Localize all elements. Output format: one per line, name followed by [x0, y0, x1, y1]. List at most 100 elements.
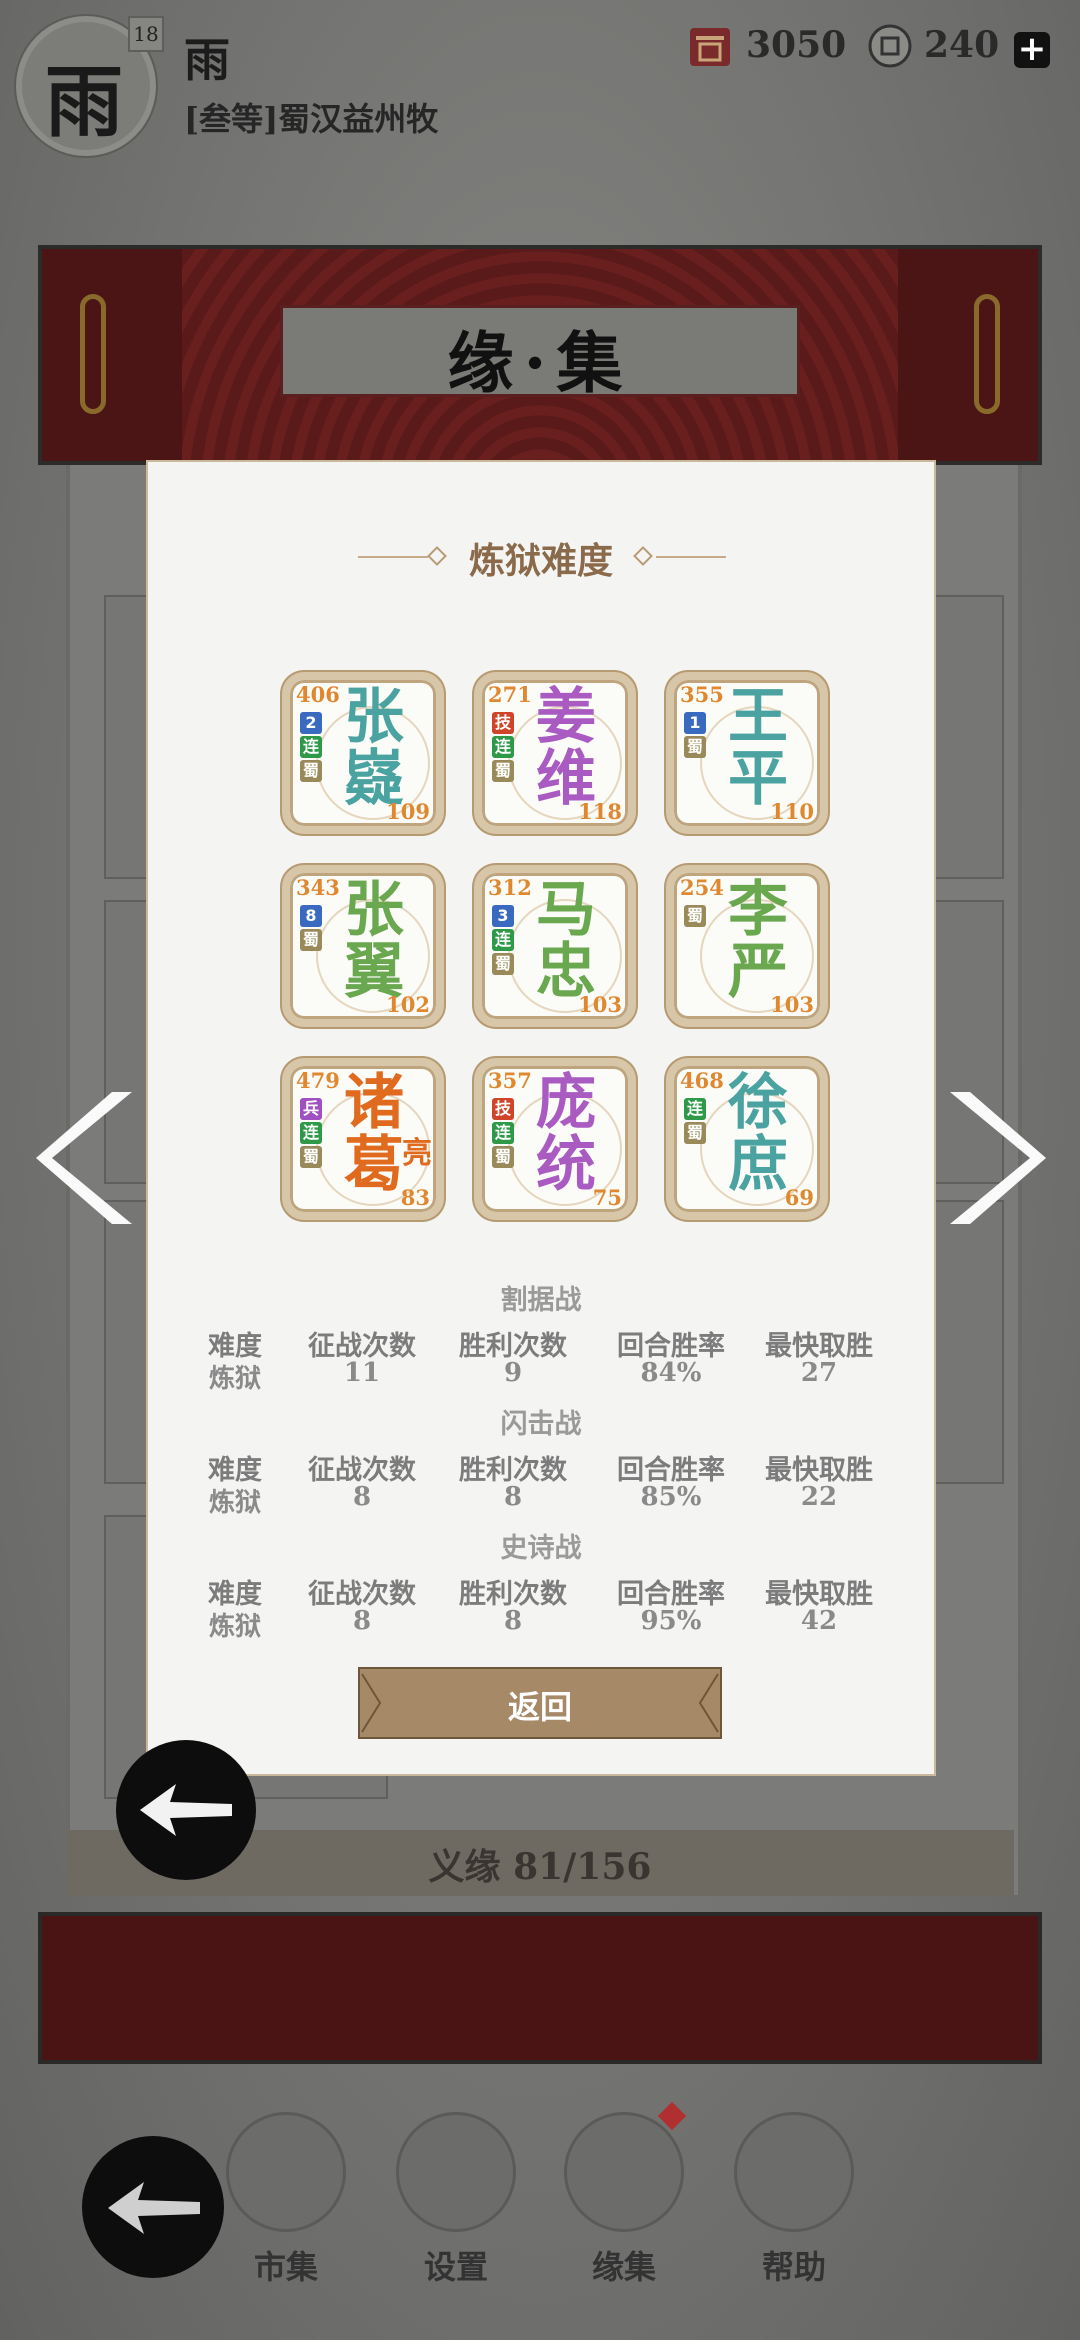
general-card[interactable]: 355 1 蜀王 平 110 — [666, 672, 828, 834]
stat-value: 11 — [343, 1358, 381, 1388]
general-name: 姜 维 — [536, 682, 596, 814]
card-tag: 连 — [492, 929, 514, 951]
stat-value: 42 — [800, 1606, 838, 1636]
card-tag: 蜀 — [300, 760, 322, 782]
card-tag: 蜀 — [492, 953, 514, 975]
card-level: 75 — [592, 1185, 622, 1210]
card-tag: 2 — [300, 712, 322, 734]
token-icon — [690, 28, 730, 66]
general-name-extra: 亮 — [402, 1136, 432, 1171]
card-tags: 2连蜀 — [300, 712, 322, 782]
card-tag: 1 — [684, 712, 706, 734]
card-tag: 3 — [492, 905, 514, 927]
card-tag: 技 — [492, 1098, 514, 1120]
scroll-bottom — [38, 1912, 1042, 2064]
card-tags: 连蜀 — [684, 1098, 706, 1144]
nav-settings-label: 设置 — [423, 2248, 488, 2286]
coin-icon — [868, 24, 912, 68]
battle-mode-title: 史诗战 — [500, 1533, 582, 1564]
card-level: 103 — [578, 992, 622, 1017]
general-name: 李 严 — [728, 875, 788, 1007]
stat-value: 85% — [640, 1482, 702, 1512]
card-tags: 8蜀 — [300, 905, 322, 951]
battle-mode-title: 闪击战 — [500, 1409, 582, 1440]
avatar-char: 雨 — [44, 57, 123, 148]
settings-icon[interactable] — [396, 2112, 516, 2232]
card-tag: 连 — [684, 1098, 706, 1120]
stat-value: 84% — [640, 1358, 702, 1388]
card-level: 83 — [400, 1185, 430, 1210]
card-tag: 蜀 — [492, 1146, 514, 1168]
help-icon[interactable] — [734, 2112, 854, 2232]
general-card[interactable]: 357 技连蜀庞 统 75 — [474, 1058, 636, 1220]
stat-value: 8 — [503, 1606, 523, 1636]
card-tag: 蜀 — [300, 1146, 322, 1168]
card-tag: 蜀 — [684, 1122, 706, 1144]
page-title: 缘·集 — [447, 324, 633, 402]
back-arrow-icon — [108, 2182, 200, 2234]
general-name: 王 平 — [728, 682, 788, 814]
card-level: 69 — [784, 1185, 814, 1210]
general-card[interactable]: 406 2 连蜀张 嶷 109 — [282, 672, 444, 834]
nav-collection-label: 缘集 — [591, 2248, 656, 2286]
card-tag: 蜀 — [684, 905, 706, 927]
general-card[interactable]: 312 3 连蜀马 忠 103 — [474, 865, 636, 1027]
stat-value: 27 — [800, 1358, 838, 1388]
card-tag: 兵 — [300, 1098, 322, 1120]
general-name: 张 嶷 — [344, 682, 404, 814]
stat-value: 9 — [503, 1358, 523, 1388]
general-card[interactable]: 271 技连蜀姜 维 118 — [474, 672, 636, 834]
card-tags: 技连蜀 — [492, 1098, 514, 1168]
scroll-ring-left — [80, 294, 106, 414]
card-level: 109 — [386, 799, 430, 824]
card-level: 110 — [770, 799, 814, 824]
card-tags: 3连蜀 — [492, 905, 514, 975]
stat-value: 8 — [503, 1482, 523, 1512]
card-tags: 1蜀 — [684, 712, 706, 758]
card-level: 102 — [386, 992, 430, 1017]
player-name: 雨 — [184, 33, 230, 87]
card-level: 118 — [578, 799, 622, 824]
general-card[interactable]: 254 蜀李 严 103 — [666, 865, 828, 1027]
general-name: 徐 庶 — [728, 1068, 788, 1200]
battle-mode-title: 割据战 — [500, 1285, 582, 1316]
level-badge: 18 — [128, 16, 164, 52]
market-icon[interactable] — [226, 2112, 346, 2232]
general-card[interactable]: 479 兵连蜀诸 葛亮 83 — [282, 1058, 444, 1220]
card-tags: 蜀 — [684, 905, 706, 927]
card-tag: 8 — [300, 905, 322, 927]
nav-help-label: 帮助 — [761, 2248, 826, 2286]
general-name: 庞 统 — [536, 1068, 596, 1200]
card-tag: 连 — [300, 736, 322, 758]
collection-icon[interactable] — [564, 2112, 684, 2232]
card-tag: 技 — [492, 712, 514, 734]
nav-market-label: 市集 — [253, 2248, 318, 2286]
dialog-title: 炼狱难度 — [468, 540, 613, 582]
coin-count: 240 — [924, 24, 1000, 66]
player-rank: [叁等]蜀汉益州牧 — [184, 100, 439, 138]
general-card[interactable]: 343 8 蜀张 翼 102 — [282, 865, 444, 1027]
stat-value: 8 — [352, 1606, 372, 1636]
card-tag: 连 — [492, 1122, 514, 1144]
card-tag: 蜀 — [300, 929, 322, 951]
general-card[interactable]: 468 连蜀徐 庶 69 — [666, 1058, 828, 1220]
token-count: 3050 — [746, 24, 847, 66]
card-tag: 连 — [492, 736, 514, 758]
general-name: 张 翼 — [344, 875, 404, 1007]
stat-value: 95% — [640, 1606, 702, 1636]
back-arrow-icon — [140, 1784, 232, 1836]
card-tag: 蜀 — [684, 736, 706, 758]
next-page-icon[interactable] — [940, 1088, 1050, 1228]
card-tags: 兵连蜀 — [300, 1098, 322, 1168]
card-tags: 技连蜀 — [492, 712, 514, 782]
scroll-ring-right — [974, 294, 1000, 414]
stat-value: 22 — [800, 1482, 838, 1512]
stat-value: 8 — [352, 1482, 372, 1512]
prev-page-icon[interactable] — [32, 1088, 142, 1228]
add-currency-button[interactable]: + — [1014, 32, 1050, 68]
card-level: 103 — [770, 992, 814, 1017]
card-tag: 蜀 — [492, 760, 514, 782]
general-name: 马 忠 — [536, 875, 596, 1007]
card-tag: 连 — [300, 1122, 322, 1144]
back-button-label: 返回 — [507, 1688, 572, 1726]
